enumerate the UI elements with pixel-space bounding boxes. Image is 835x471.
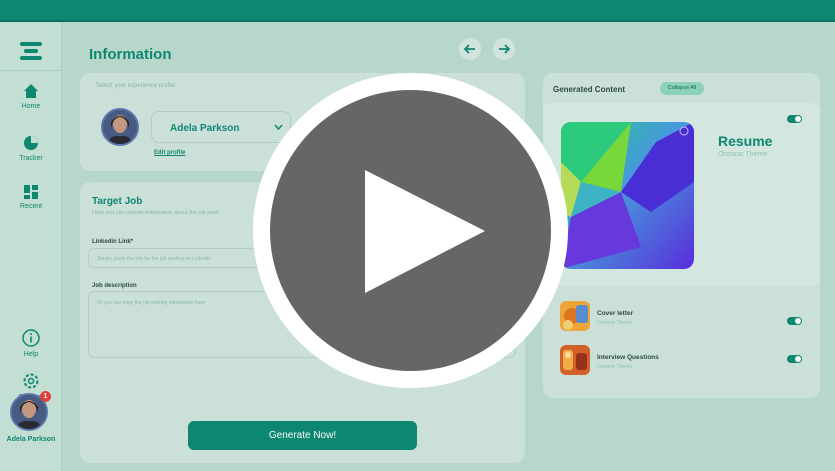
resume-toggle[interactable] [787, 115, 802, 123]
play-icon [365, 170, 485, 293]
sidebar-item-label: Help [23, 351, 39, 358]
job-description-placeholder: Or you can copy the job posting informat… [97, 300, 205, 306]
info-icon [22, 329, 40, 347]
linkedin-placeholder: Simply paste the link for the job postin… [97, 256, 211, 262]
sidebar-item-label: Tracker [19, 155, 43, 162]
generate-button[interactable]: Generate Now! [188, 421, 417, 450]
linkedin-label: Linkedin Link* [92, 239, 134, 245]
sidebar-item-recent[interactable]: Recent [0, 185, 62, 210]
interview-questions-toggle[interactable] [787, 355, 802, 363]
arrow-right-icon [499, 44, 511, 54]
page-title: Information [89, 46, 172, 63]
pie-chart-icon [24, 136, 38, 150]
arrow-left-icon [463, 44, 475, 54]
edit-profile-link[interactable]: Edit profile [154, 150, 185, 156]
cover-letter-title: Cover letter [597, 310, 634, 317]
target-job-title: Target Job [92, 196, 143, 207]
sidebar-item-tracker[interactable]: Tracker [0, 135, 62, 162]
interview-questions-theme: Oceanic Theme [597, 364, 633, 370]
sidebar-item-label: Home [21, 103, 41, 110]
target-job-subtitle: Here you can include information about t… [92, 210, 219, 216]
sidebar-item-help[interactable]: Help [0, 329, 62, 358]
gear-icon [23, 373, 39, 389]
back-button[interactable] [459, 38, 481, 60]
collapse-all-button[interactable]: Collapse All [660, 82, 704, 95]
top-bar [0, 0, 835, 22]
cover-letter-theme: Oceanic Theme [597, 320, 633, 326]
profile-select-label: Select your experience profile [96, 83, 176, 89]
profile-avatar [101, 108, 139, 146]
cover-letter-thumbnail [560, 301, 590, 331]
interview-questions-title: Interview Questions [597, 354, 659, 361]
forward-button[interactable] [493, 38, 515, 60]
profile-select-value: Adela Parkson [170, 123, 240, 134]
home-icon [24, 84, 38, 98]
sidebar-user-name: Adela Parkson [6, 436, 56, 443]
resume-title: Resume [718, 133, 773, 149]
logo-icon [20, 42, 42, 60]
cover-letter-toggle[interactable] [787, 317, 802, 325]
resume-theme: Oceanic Theme [718, 151, 768, 158]
generated-content-title: Generated Content [553, 85, 626, 94]
grid-icon [24, 185, 38, 199]
sidebar-item-home[interactable]: Home [0, 83, 62, 110]
sidebar-divider [0, 70, 62, 71]
interview-questions-thumbnail [560, 345, 590, 375]
resume-thumbnail [561, 122, 694, 269]
job-description-label: Job description [92, 283, 137, 289]
sidebar-item-label: Recent [19, 203, 43, 210]
notification-badge: 1 [40, 391, 51, 402]
